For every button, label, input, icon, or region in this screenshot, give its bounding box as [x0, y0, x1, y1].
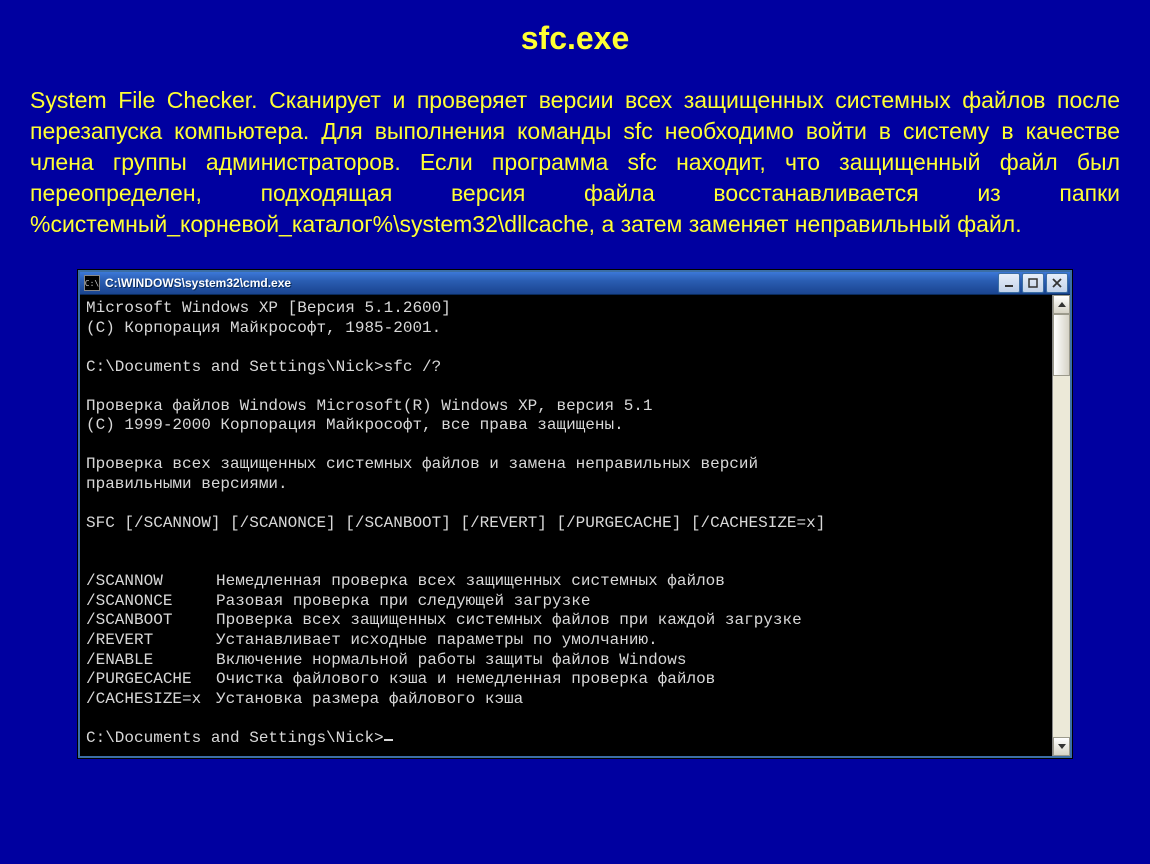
term-flag: /CACHESIZE=x: [86, 690, 216, 710]
term-flag-desc: Проверка всех защищенных системных файло…: [216, 611, 802, 629]
vertical-scrollbar[interactable]: [1052, 295, 1070, 756]
term-flag-desc: Немедленная проверка всех защищенных сис…: [216, 572, 725, 590]
term-line: (С) Корпорация Майкрософт, 1985-2001.: [86, 319, 441, 337]
scroll-down-button[interactable]: [1053, 737, 1070, 756]
close-icon: [1052, 278, 1062, 288]
term-line: Microsoft Windows XP [Версия 5.1.2600]: [86, 299, 451, 317]
term-flag-desc: Включение нормальной работы защиты файло…: [216, 651, 686, 669]
window-titlebar[interactable]: C:\ C:\WINDOWS\system32\cmd.exe: [80, 272, 1070, 295]
term-flag-desc: Устанавливает исходные параметры по умол…: [216, 631, 658, 649]
cursor-icon: [384, 739, 393, 741]
scroll-up-button[interactable]: [1053, 295, 1070, 314]
term-flag: /REVERT: [86, 631, 216, 651]
term-line: C:\Documents and Settings\Nick>sfc /?: [86, 358, 441, 376]
window-buttons: [998, 273, 1068, 293]
term-flag-desc: Очистка файлового кэша и немедленная про…: [216, 670, 715, 688]
minimize-button[interactable]: [998, 273, 1020, 293]
term-prompt: C:\Documents and Settings\Nick>: [86, 729, 384, 747]
cmd-client-area: Microsoft Windows XP [Версия 5.1.2600] (…: [80, 295, 1070, 756]
terminal-output[interactable]: Microsoft Windows XP [Версия 5.1.2600] (…: [80, 295, 1052, 756]
term-flag-desc: Установка размера файлового кэша: [216, 690, 523, 708]
term-flag: /SCANONCE: [86, 592, 216, 612]
term-flag: /SCANNOW: [86, 572, 216, 592]
chevron-up-icon: [1058, 302, 1066, 307]
term-line: SFC [/SCANNOW] [/SCANONCE] [/SCANBOOT] […: [86, 514, 825, 532]
minimize-icon: [1004, 278, 1014, 288]
term-line: Проверка всех защищенных системных файло…: [86, 455, 758, 473]
slide-body-text: System File Checker. Сканирует и проверя…: [30, 85, 1120, 240]
term-line: (C) 1999-2000 Корпорация Майкрософт, все…: [86, 416, 624, 434]
cmd-window: C:\ C:\WINDOWS\system32\cmd.exe Microsof…: [78, 270, 1072, 758]
scroll-thumb[interactable]: [1053, 314, 1070, 376]
slide-title: sfc.exe: [30, 20, 1120, 57]
chevron-down-icon: [1058, 744, 1066, 749]
scroll-track[interactable]: [1053, 314, 1070, 737]
term-line: правильными версиями.: [86, 475, 288, 493]
term-flag: /PURGECACHE: [86, 670, 216, 690]
cmd-app-icon: C:\: [84, 275, 100, 291]
window-title-text: C:\WINDOWS\system32\cmd.exe: [105, 276, 998, 290]
term-flag: /ENABLE: [86, 651, 216, 671]
maximize-icon: [1028, 278, 1038, 288]
term-flag-desc: Разовая проверка при следующей загрузке: [216, 592, 590, 610]
close-button[interactable]: [1046, 273, 1068, 293]
term-line: Проверка файлов Windows Microsoft(R) Win…: [86, 397, 653, 415]
slide: sfc.exe System File Checker. Сканирует и…: [0, 0, 1150, 768]
term-flag: /SCANBOOT: [86, 611, 216, 631]
maximize-button[interactable]: [1022, 273, 1044, 293]
